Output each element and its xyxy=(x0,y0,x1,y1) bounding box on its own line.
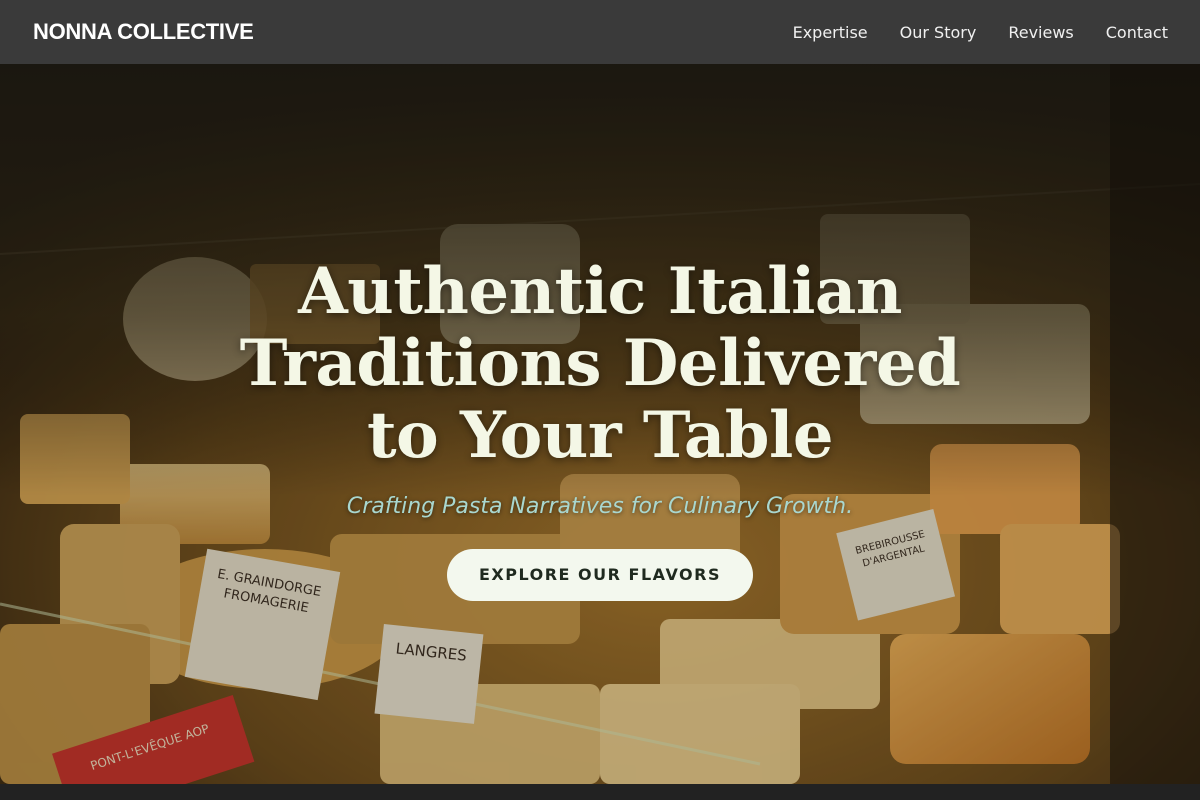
page-bottom-edge xyxy=(0,784,1200,800)
hero-content: Authentic Italian Traditions Delivered t… xyxy=(0,256,1200,601)
main-nav: Expertise Our Story Reviews Contact xyxy=(793,23,1168,42)
hero-section: E. GRAINDORGE FROMAGERIE LANGRES BREBIRO… xyxy=(0,64,1200,784)
nav-link-our-story[interactable]: Our Story xyxy=(900,23,977,42)
hero-title: Authentic Italian Traditions Delivered t… xyxy=(239,254,961,473)
site-header: NONNA COLLECTIVE Expertise Our Story Rev… xyxy=(0,0,1200,64)
brand-logo[interactable]: NONNA COLLECTIVE xyxy=(33,19,254,45)
nav-link-contact[interactable]: Contact xyxy=(1106,23,1168,42)
nav-link-expertise[interactable]: Expertise xyxy=(793,23,868,42)
nav-link-reviews[interactable]: Reviews xyxy=(1008,23,1073,42)
explore-flavors-button[interactable]: EXPLORE OUR FLAVORS xyxy=(447,549,753,601)
hero-subtitle: Crafting Pasta Narratives for Culinary G… xyxy=(346,494,854,519)
